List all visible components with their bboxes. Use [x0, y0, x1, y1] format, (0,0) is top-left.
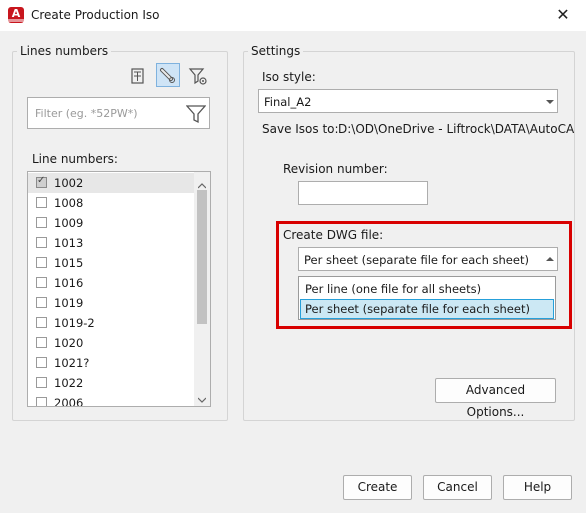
pipe-icon: [160, 68, 175, 83]
line-checkbox[interactable]: [36, 277, 47, 288]
autocad-icon: A: [8, 7, 24, 23]
iso-style-value: Final_A2: [264, 95, 312, 109]
revision-number-label: Revision number:: [283, 162, 388, 176]
dropdown-option-per-line[interactable]: Per line (one file for all sheets): [300, 279, 554, 299]
save-isos-path: D:\OD\OneDrive - Liftrock\DATA\AutoCA: [338, 122, 575, 136]
list-item[interactable]: 1019: [28, 293, 194, 313]
create-dwg-label: Create DWG file:: [283, 228, 384, 242]
line-checkbox[interactable]: [36, 317, 47, 328]
create-dwg-value: Per sheet (separate file for each sheet): [304, 253, 529, 267]
list-item[interactable]: 1016: [28, 273, 194, 293]
list-item[interactable]: 1015: [28, 253, 194, 273]
title-bar: A Create Production Iso ✕: [0, 0, 586, 31]
line-checkbox[interactable]: [36, 257, 47, 268]
line-checkbox[interactable]: [36, 297, 47, 308]
revision-number-input[interactable]: [298, 181, 428, 205]
list-item[interactable]: 1009: [28, 213, 194, 233]
line-checkbox[interactable]: [36, 217, 47, 228]
list-item[interactable]: 1019-2: [28, 313, 194, 333]
help-button[interactable]: Help: [503, 475, 572, 500]
line-checkbox[interactable]: [36, 397, 47, 406]
line-number-label: 1008: [54, 196, 84, 210]
list-item[interactable]: 1021?: [28, 353, 194, 373]
save-isos-label: Save Isos to:: [262, 122, 339, 136]
iso-style-select[interactable]: Final_A2: [258, 89, 558, 113]
advanced-options-button[interactable]: Advanced Options...: [435, 378, 556, 419]
close-icon[interactable]: ✕: [550, 4, 576, 26]
line-checkbox[interactable]: [36, 377, 47, 388]
line-checkbox[interactable]: [36, 197, 47, 208]
dropdown-option-per-sheet[interactable]: Per sheet (separate file for each sheet): [300, 299, 554, 319]
settings-group-title: Settings: [248, 44, 304, 58]
pipe-select-button[interactable]: [156, 63, 180, 87]
line-numbers-label: Line numbers:: [32, 152, 118, 166]
list-scroll-thumb[interactable]: [197, 190, 207, 324]
line-number-label: 1019-2: [54, 316, 95, 330]
window-title: Create Production Iso: [31, 8, 160, 22]
create-button[interactable]: Create: [343, 475, 412, 500]
line-number-label: 1013: [54, 236, 84, 250]
iso-style-label: Iso style:: [262, 70, 316, 84]
line-number-label: 1015: [54, 256, 84, 270]
list-item[interactable]: 1002: [28, 173, 194, 193]
line-filter-box: [27, 97, 210, 129]
list-item[interactable]: 2006: [28, 393, 194, 407]
line-checkbox[interactable]: [36, 357, 47, 368]
select-from-drawing-icon: [131, 68, 144, 84]
line-number-label: 2006: [54, 396, 84, 407]
line-number-label: 1021?: [54, 356, 90, 370]
chevron-up-icon: [546, 257, 554, 261]
line-number-label: 1019: [54, 296, 84, 310]
line-checkbox[interactable]: [36, 237, 47, 248]
line-filter-input[interactable]: [33, 106, 177, 121]
chevron-down-icon: [546, 100, 554, 104]
line-checkbox[interactable]: [36, 175, 47, 188]
line-number-label: 1009: [54, 216, 84, 230]
list-scrollbar[interactable]: [194, 172, 210, 406]
filter-gear-icon: [188, 68, 207, 85]
create-dwg-dropdown: Per line (one file for all sheets) Per s…: [298, 276, 556, 320]
select-from-drawing-button[interactable]: [126, 64, 150, 88]
list-item[interactable]: 1020: [28, 333, 194, 353]
line-number-label: 1020: [54, 336, 84, 350]
create-dwg-select[interactable]: Per sheet (separate file for each sheet): [298, 247, 558, 271]
list-item[interactable]: 1013: [28, 233, 194, 253]
line-number-label: 1022: [54, 376, 84, 390]
line-checkbox[interactable]: [36, 337, 47, 348]
list-item[interactable]: 1008: [28, 193, 194, 213]
line-number-label: 1016: [54, 276, 84, 290]
list-item[interactable]: 1022: [28, 373, 194, 393]
cancel-button[interactable]: Cancel: [423, 475, 492, 500]
lines-numbers-group-title: Lines numbers: [17, 44, 112, 58]
line-number-label: 1002: [54, 176, 84, 190]
line-numbers-list[interactable]: 1002 1008 1009 1013 1015 1016 1019 1019-2 1020 10…: [27, 171, 211, 407]
filter-settings-button[interactable]: [186, 64, 210, 88]
filter-icon[interactable]: [186, 104, 206, 124]
